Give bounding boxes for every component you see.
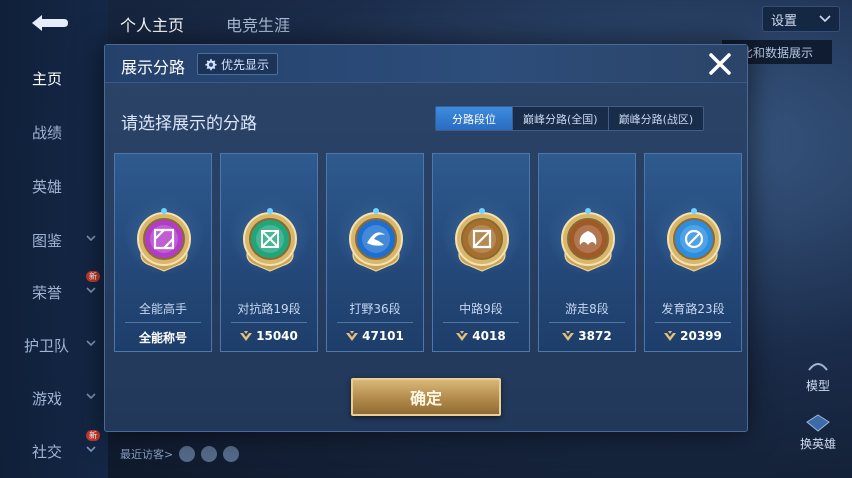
priority-display-label: 优先显示 (221, 57, 270, 72)
tab-peak-national[interactable]: 巅峰分路(全国) (512, 107, 608, 130)
close-icon[interactable] (707, 51, 733, 77)
sidebar-item-label: 图鉴 (32, 231, 63, 250)
roam-icon (561, 208, 615, 272)
model-label: 模型 (805, 379, 830, 393)
lane-score-value: 15040 (256, 329, 298, 343)
chevron-down-icon (86, 235, 96, 242)
new-badge: 新 (86, 271, 100, 282)
lane-card[interactable]: 全能高手 全能称号 (114, 153, 212, 352)
lane-card-list: 全能高手 全能称号 对抗路19段 15040 打野36段 47101 中路9段 4018 游走8… (114, 153, 742, 352)
lane-card[interactable]: 发育路23段 20399 (644, 153, 742, 352)
dialog-subtitle: 请选择展示的分路 (121, 114, 257, 134)
chevron-down-icon (86, 287, 96, 294)
power-icon (346, 331, 359, 341)
lane-name: 游走8段 (565, 302, 609, 316)
lane-score: 47101 (327, 329, 423, 343)
lane-display-dialog: 展示分路 优先显示 请选择展示的分路 分路段位 巅峰分路(全国) 巅峰分路(战区… (104, 44, 748, 432)
sidebar-item-label: 护卫队 (24, 336, 70, 355)
power-icon (562, 331, 575, 341)
model-icon (808, 363, 828, 371)
tab-peak-region[interactable]: 巅峰分路(战区) (607, 107, 704, 130)
sidebar-item[interactable]: 护卫队 (0, 330, 108, 360)
sidebar-item[interactable]: 游戏 (0, 383, 108, 413)
divider (337, 322, 413, 323)
sidebar-item[interactable]: 图鉴 (0, 225, 108, 255)
lane-score-value: 20399 (680, 329, 722, 343)
hero-switch-icon (806, 414, 830, 432)
lane-score-value: 3872 (578, 329, 612, 343)
switch-hero-label: 换英雄 (799, 437, 836, 451)
lane-tabs: 分路段位 巅峰分路(全国) 巅峰分路(战区) (435, 106, 705, 131)
visitor-avatar[interactable] (201, 446, 218, 462)
sidebar-item-label: 游戏 (32, 389, 63, 408)
lane-score: 15040 (221, 329, 317, 343)
back-arrow-icon[interactable] (26, 10, 72, 36)
switch-hero-button[interactable]: 换英雄 (792, 414, 844, 452)
sidebar-item[interactable]: 荣誉 新 (0, 271, 108, 307)
chevron-down-icon (819, 15, 831, 23)
tab-esports-career[interactable]: 电竞生涯 (226, 12, 290, 36)
lane-name: 对抗路19段 (237, 302, 301, 316)
confirm-button[interactable]: 确定 (351, 378, 501, 416)
visitor-avatar[interactable] (179, 446, 196, 462)
lane-name: 打野36段 (349, 302, 401, 316)
lane-card[interactable]: 中路9段 4018 (432, 153, 530, 352)
sidebar-item[interactable]: 主页 (0, 63, 108, 93)
lane-score: 3872 (539, 329, 635, 343)
chevron-down-icon (86, 340, 96, 347)
recent-visitors-label: 最近访客> (120, 448, 174, 461)
sidebar-item-label: 荣誉 (32, 283, 63, 302)
farm-lane-icon (667, 208, 721, 272)
priority-display-button[interactable]: 优先显示 (197, 53, 279, 75)
dialog-title: 展示分路 (121, 58, 186, 77)
lane-card[interactable]: 对抗路19段 15040 (220, 153, 318, 352)
sidebar-item-label: 英雄 (32, 177, 63, 196)
settings-button[interactable]: 设置 (762, 6, 840, 32)
lane-score-value: 全能称号 (138, 331, 187, 345)
lane-card[interactable]: 游走8段 3872 (538, 153, 636, 352)
clash-lane-icon (243, 208, 297, 272)
gear-icon (205, 58, 217, 70)
settings-label: 设置 (771, 13, 798, 29)
sidebar-item[interactable]: 英雄 (0, 171, 108, 201)
sidebar-item-label: 战绩 (32, 123, 63, 142)
lane-name: 中路9段 (459, 302, 503, 316)
new-badge: 新 (86, 430, 100, 441)
divider (125, 322, 201, 323)
sidebar-item-label: 主页 (32, 69, 63, 88)
lane-score: 全能称号 (115, 329, 211, 346)
dialog-header: 展示分路 优先显示 (105, 45, 747, 83)
divider (655, 322, 731, 323)
lane-score: 20399 (645, 329, 741, 343)
power-icon (664, 331, 677, 341)
sidebar-item[interactable]: 社交 新 (0, 430, 108, 466)
jungle-icon (349, 208, 403, 272)
divider (443, 322, 519, 323)
lane-score-value: 47101 (362, 329, 404, 343)
lane-score: 4018 (433, 329, 529, 343)
divider (549, 322, 625, 323)
lane-card[interactable]: 打野36段 47101 (326, 153, 424, 352)
sidebar-item[interactable]: 战绩 (0, 117, 108, 147)
lane-score-value: 4018 (472, 329, 506, 343)
lane-name: 发育路23段 (661, 302, 725, 316)
recent-visitors[interactable]: 最近访客> (120, 446, 240, 462)
power-icon (240, 331, 253, 341)
visitor-avatar[interactable] (223, 446, 240, 462)
divider (231, 322, 307, 323)
chevron-down-icon (86, 446, 96, 453)
chevron-down-icon (86, 393, 96, 400)
power-icon (456, 331, 469, 341)
sidebar-item-label: 社交 (32, 442, 63, 461)
tab-profile[interactable]: 个人主页 (120, 12, 184, 36)
mid-lane-icon (455, 208, 509, 272)
all-round-icon (137, 208, 191, 272)
lane-name: 全能高手 (138, 302, 187, 316)
model-button[interactable]: 模型 (794, 356, 842, 394)
tab-lane-rank[interactable]: 分路段位 (436, 107, 512, 130)
